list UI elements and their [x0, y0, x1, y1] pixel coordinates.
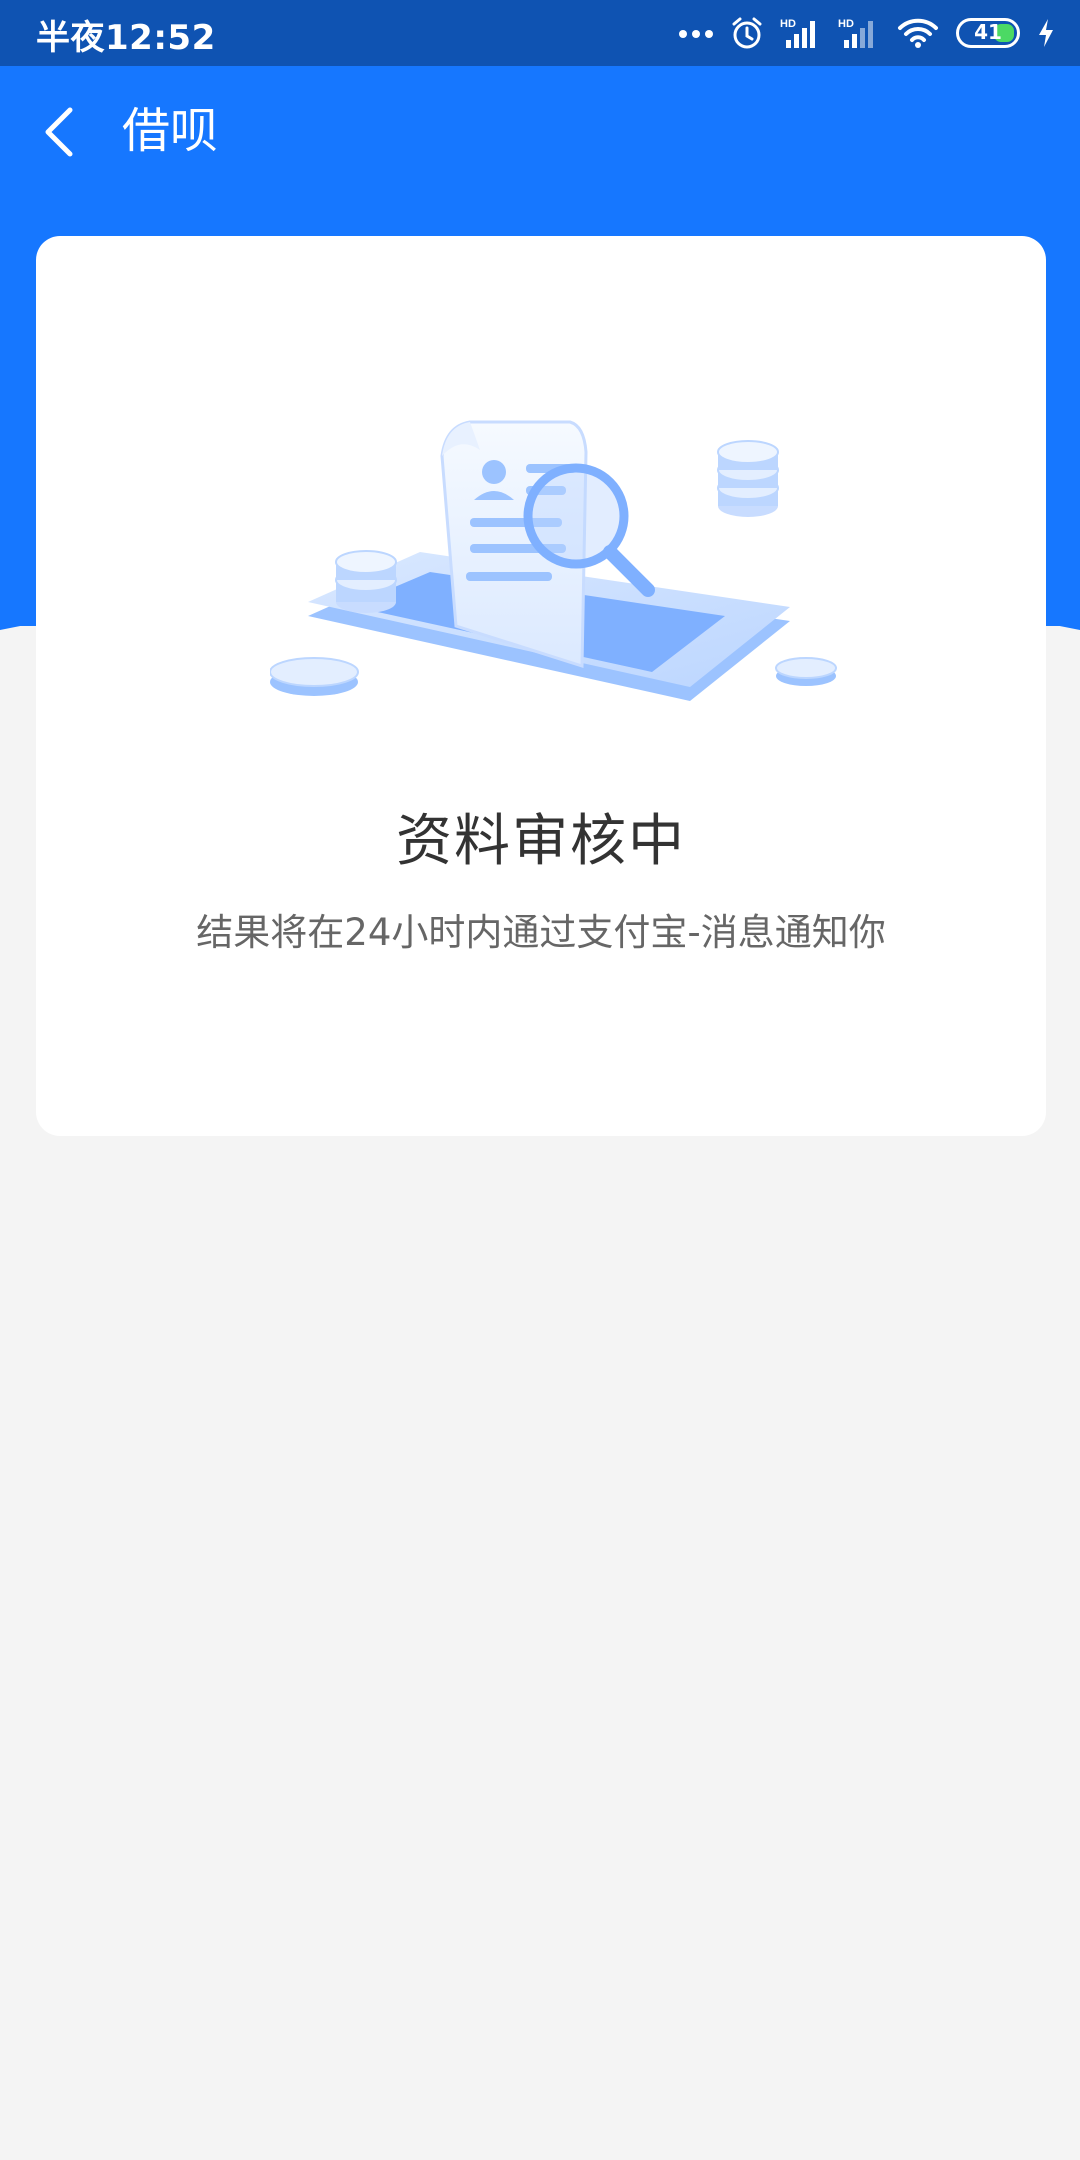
battery-icon: 41 [956, 18, 1020, 48]
document-review-illustration [270, 420, 837, 701]
review-status-title: 资料审核中 [396, 809, 686, 874]
status-time: 半夜12:52 [36, 18, 216, 58]
wifi-icon [896, 16, 940, 50]
back-button[interactable] [36, 96, 84, 168]
more-dots-icon [678, 27, 714, 39]
chevron-left-icon [36, 107, 84, 172]
status-icons: HD HD 41 [678, 12, 1056, 54]
charging-icon [1036, 17, 1056, 49]
alarm-icon [730, 16, 764, 50]
signal-hd-icon: HD [780, 16, 822, 50]
signal-hd-icon: HD [838, 16, 880, 50]
status-card: 资料审核中 结果将在24小时内通过支付宝-消息通知你 [36, 236, 1046, 1136]
battery-level: 41 [974, 20, 1002, 44]
svg-text:HD: HD [780, 18, 796, 30]
page-title: 借呗 [122, 103, 219, 159]
svg-text:HD: HD [838, 18, 854, 30]
status-bar: 半夜12:52 HD HD 41 [0, 0, 1080, 66]
review-status-subtitle: 结果将在24小时内通过支付宝-消息通知你 [196, 911, 886, 954]
